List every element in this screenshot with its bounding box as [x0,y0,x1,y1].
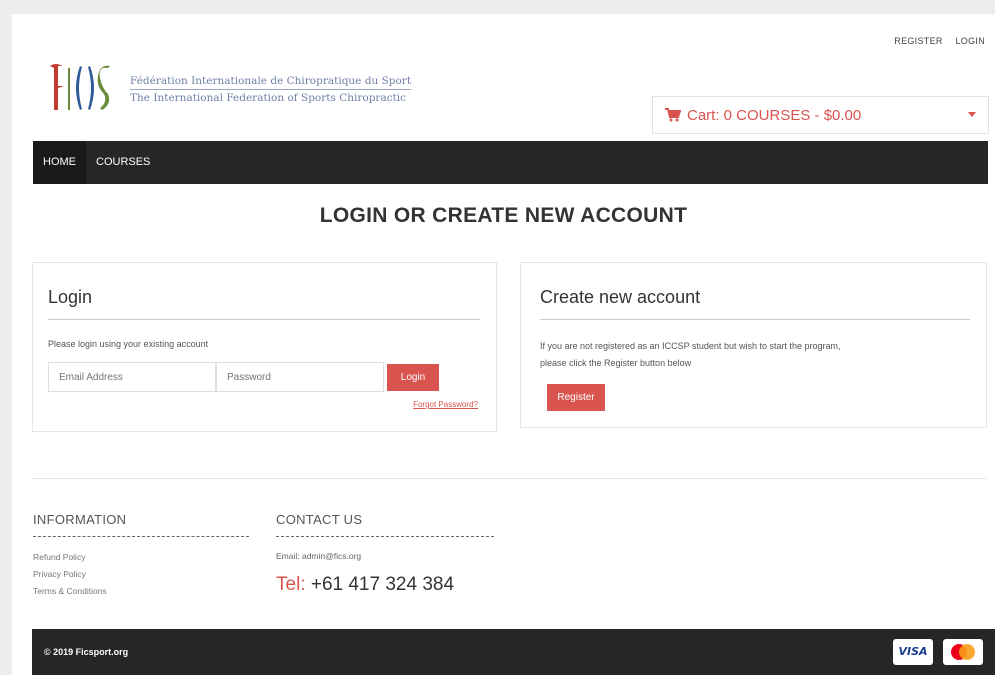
description-line: please click the Register button below [540,358,692,368]
create-account-description: If you are not registered as an ICCSP st… [540,338,960,372]
cart-dropdown[interactable]: Cart: 0 COURSES - $0.00 [652,96,989,134]
register-link[interactable]: REGISTER [894,36,942,46]
main-nav: HOME COURSES [33,141,988,184]
login-button[interactable]: Login [387,364,439,391]
privacy-policy-link[interactable]: Privacy Policy [33,566,249,583]
logo-line-french: Fédération Internationale de Chiropratiq… [130,75,412,87]
logo-text: Fédération Internationale de Chiropratiq… [130,74,412,106]
fics-logo-icon [50,64,110,110]
page: REGISTER LOGIN Fédération Internationale… [12,14,995,675]
login-heading: Login [48,287,93,307]
create-account-heading: Create new account [540,287,701,307]
register-button[interactable]: Register [547,384,605,411]
top-links: REGISTER LOGIN [884,36,985,46]
cart-icon [665,108,681,122]
login-panel: Login Please login using your existing a… [32,262,497,432]
divider [540,319,970,320]
contact-heading: CONTACT US [276,512,494,537]
cart-summary: Cart: 0 COURSES - $0.00 [687,106,862,124]
information-heading: INFORMATION [33,512,249,537]
contact-phone: Tel: +61 417 324 384 [276,574,494,596]
copyright: © 2019 Ficsport.org [44,647,129,657]
footer-contact: CONTACT US Email: admin@fics.org Tel: +6… [276,512,494,596]
site-logo[interactable]: Fédération Internationale de Chiropratiq… [46,52,506,122]
nav-courses[interactable]: COURSES [86,141,160,184]
chevron-down-icon [968,112,976,117]
email-field[interactable] [48,362,216,392]
description-line: If you are not registered as an ICCSP st… [540,341,841,351]
contact-email[interactable]: Email: admin@fics.org [276,551,494,561]
login-hint: Please login using your existing account [48,339,209,349]
forgot-password-link[interactable]: Forgot Password? [413,400,478,409]
visa-label: VISA [898,645,928,658]
footer-information: INFORMATION Refund Policy Privacy Policy… [33,512,249,600]
mastercard-icon [943,639,983,665]
logo-line-english: The International Federation of Sports C… [130,89,412,106]
mastercard-logo-icon [951,644,975,660]
visa-icon: VISA [893,639,933,665]
terms-link[interactable]: Terms & Conditions [33,583,249,600]
payment-cards: VISA [893,639,983,665]
create-account-panel: Create new account If you are not regist… [520,262,987,428]
nav-home[interactable]: HOME [33,141,86,184]
phone-number[interactable]: +61 417 324 384 [311,574,454,595]
footer-divider [32,478,987,479]
refund-policy-link[interactable]: Refund Policy [33,549,249,566]
password-field[interactable] [216,362,384,392]
login-link[interactable]: LOGIN [955,36,985,46]
footer-bar: © 2019 Ficsport.org VISA [32,629,995,675]
divider [48,319,480,320]
phone-label: Tel: [276,574,306,595]
page-title: LOGIN OR CREATE NEW ACCOUNT [319,204,688,227]
